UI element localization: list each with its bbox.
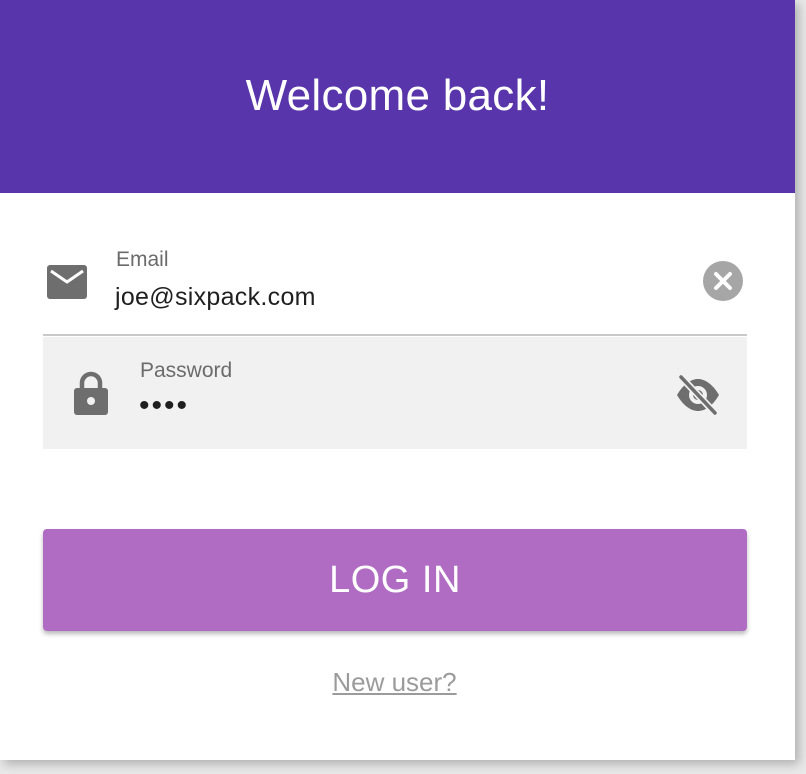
password-field[interactable]: Password •••• [43,337,747,449]
eye-off-icon[interactable] [675,375,721,415]
email-label: Email [116,248,169,271]
email-input[interactable]: joe@sixpack.com [115,283,316,312]
lock-icon [74,371,108,415]
email-field[interactable]: Email joe@sixpack.com [43,231,747,336]
new-user-link[interactable]: New user? [0,667,789,698]
login-button[interactable]: LOG IN [43,529,747,631]
password-input[interactable]: •••• [139,389,189,423]
mail-icon [47,265,87,299]
page-title: Welcome back! [245,70,550,120]
header: Welcome back! [0,0,795,193]
password-label: Password [140,359,233,382]
clear-circle-icon[interactable] [703,261,743,301]
login-card: Welcome back! Email joe@sixpack.com Pass… [0,0,795,760]
